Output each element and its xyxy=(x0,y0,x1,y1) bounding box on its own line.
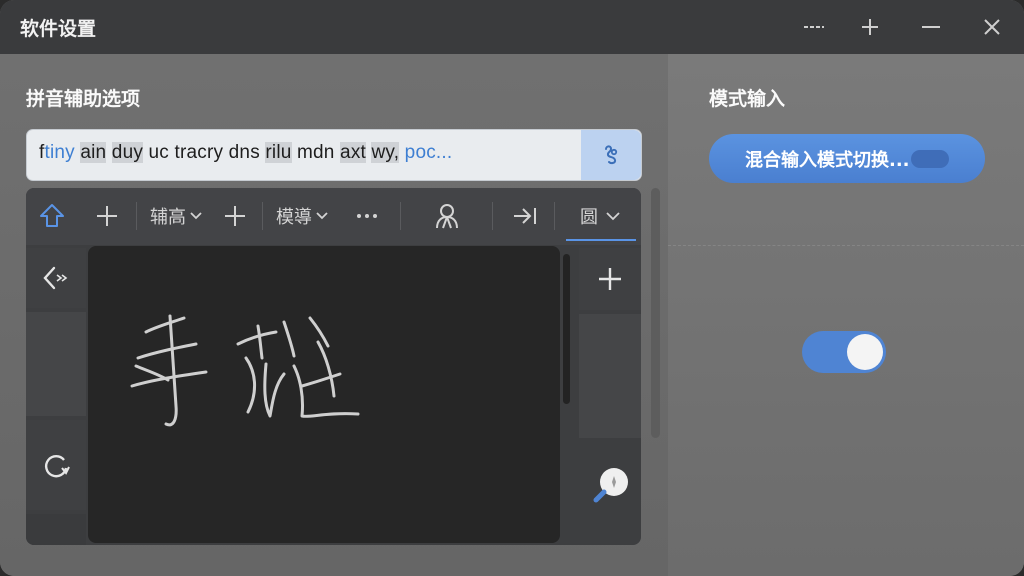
search-key[interactable] xyxy=(579,456,641,516)
rotate-key[interactable] xyxy=(26,420,86,510)
backspace-icon xyxy=(43,266,68,290)
blank-key-bottom[interactable] xyxy=(26,514,86,545)
minimize-icon xyxy=(922,26,940,28)
mode-toggle[interactable] xyxy=(802,331,886,373)
chevron-down-icon xyxy=(606,212,620,221)
shift-icon xyxy=(40,204,64,227)
fugao-label: 辅高 xyxy=(150,207,186,228)
add-button[interactable] xyxy=(854,12,886,42)
fugao-dropdown[interactable]: 辅高 xyxy=(150,201,202,231)
button-pill-decoration xyxy=(911,150,949,168)
handwriting-strokes xyxy=(130,314,360,427)
handwriting-pad[interactable] xyxy=(88,246,560,543)
toolbar-divider xyxy=(136,202,137,230)
pinyin-candidate xyxy=(106,142,111,163)
pinyin-candidate[interactable]: duy xyxy=(111,142,144,163)
search-icon xyxy=(593,468,628,503)
blank-key-left[interactable] xyxy=(26,312,86,416)
close-button[interactable] xyxy=(976,12,1008,42)
toolbar-divider xyxy=(262,202,263,230)
toolbar-divider xyxy=(492,202,493,230)
pinyin-candidate[interactable]: poc... xyxy=(405,142,453,163)
mode-panel xyxy=(668,54,1024,576)
add-key[interactable] xyxy=(579,248,641,310)
shift-button[interactable] xyxy=(38,201,66,231)
pinyin-candidate[interactable]: dns xyxy=(229,142,260,163)
keyboard-right-column xyxy=(579,246,641,545)
plus-icon xyxy=(599,268,621,290)
layout-label: 圆 xyxy=(580,207,598,228)
chevron-down-icon xyxy=(316,212,328,220)
close-icon xyxy=(984,19,1000,35)
add-button-1[interactable] xyxy=(96,201,118,231)
panel-scrollbar[interactable] xyxy=(651,188,660,438)
keyboard-toolbar: 辅高 模導 圆 xyxy=(26,188,641,245)
plus-icon xyxy=(97,206,117,226)
voice-button[interactable] xyxy=(581,130,641,180)
add-button-2[interactable] xyxy=(224,201,246,231)
settings-window: 软件设置 拼音辅助选项 ftiny ain duy uc tracry dns … xyxy=(0,0,1024,576)
backspace-key[interactable] xyxy=(26,248,86,308)
mixed-mode-switch-button[interactable]: 混合输入模式切换... xyxy=(709,134,985,183)
toggle-knob xyxy=(847,334,883,370)
pinyin-candidate[interactable]: uc xyxy=(149,142,169,163)
pinyin-candidate[interactable]: wy, xyxy=(371,142,400,163)
section-divider xyxy=(668,245,1024,246)
chevron-down-icon xyxy=(190,212,202,220)
pinyin-candidate[interactable]: tiny xyxy=(44,142,74,163)
pinyin-candidate[interactable]: mdn xyxy=(297,142,335,163)
refresh-icon xyxy=(45,455,70,478)
dash-icon xyxy=(804,26,824,28)
minimize-button[interactable] xyxy=(915,12,947,42)
toolbar-divider xyxy=(554,202,555,230)
pinyin-candidate[interactable]: axt xyxy=(340,142,366,163)
plus-icon xyxy=(225,206,245,226)
pinyin-section-title: 拼音辅助选项 xyxy=(26,88,141,110)
voice-icon xyxy=(605,145,618,165)
more-button[interactable] xyxy=(356,201,378,231)
blank-key-right[interactable] xyxy=(579,314,641,438)
arrow-right-icon xyxy=(514,208,536,224)
pinyin-candidate[interactable]: tracry xyxy=(174,142,223,163)
handwriting-keyboard: 辅高 模導 圆 xyxy=(26,188,641,545)
pinyin-candidate[interactable]: ain xyxy=(80,142,107,163)
user-icon xyxy=(436,204,458,229)
plus-icon xyxy=(862,19,878,35)
mixed-mode-switch-label: 混合输入模式切换... xyxy=(745,149,910,171)
dash-button[interactable] xyxy=(798,12,830,42)
title-bar: 软件设置 xyxy=(0,0,1024,54)
window-title: 软件设置 xyxy=(20,18,97,40)
modao-label: 模導 xyxy=(276,207,312,228)
pinyin-candidate[interactable]: rilu xyxy=(265,142,292,163)
pinyin-candidate-bar[interactable]: ftiny ain duy uc tracry dns rilu mdn axt… xyxy=(26,129,642,181)
mode-section-title: 模式输入 xyxy=(709,88,786,110)
toolbar-divider xyxy=(400,202,401,230)
pinyin-candidates[interactable]: ftiny ain duy uc tracry dns rilu mdn axt… xyxy=(39,142,452,164)
more-icon xyxy=(357,214,377,218)
pad-scrollbar[interactable] xyxy=(563,254,570,404)
user-button[interactable] xyxy=(434,201,460,231)
modao-dropdown[interactable]: 模導 xyxy=(276,201,328,231)
next-button[interactable] xyxy=(512,201,538,231)
layout-dropdown[interactable]: 圆 xyxy=(566,201,636,241)
keyboard-left-column xyxy=(26,246,86,545)
